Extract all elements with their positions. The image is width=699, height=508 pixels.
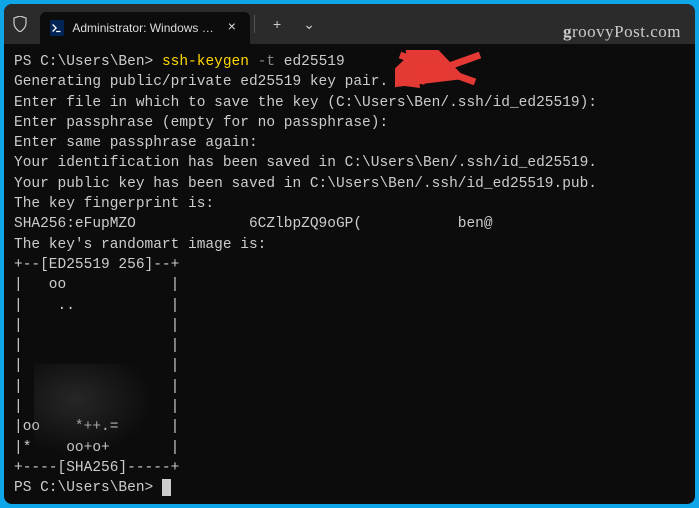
watermark: groovyPost.com	[563, 22, 681, 42]
output-line: Generating public/private ed25519 key pa…	[14, 72, 685, 92]
powershell-icon	[50, 20, 64, 36]
output-line: Your public key has been saved in C:\Use…	[14, 174, 685, 194]
terminal-window: Administrator: Windows Powe × + ⌄ PS C:\…	[4, 4, 695, 504]
randomart-line: |* oo+o+ |	[14, 438, 685, 458]
output-line: Enter file in which to save the key (C:\…	[14, 93, 685, 113]
output-line: Enter passphrase (empty for no passphras…	[14, 113, 685, 133]
tab-active[interactable]: Administrator: Windows Powe ×	[40, 12, 250, 44]
tab-divider	[254, 15, 255, 33]
randomart-line: | |	[14, 397, 685, 417]
command-flag: -t	[249, 54, 275, 70]
output-line: Your identification has been saved in C:…	[14, 153, 685, 173]
output-line: The key's randomart image is:	[14, 235, 685, 255]
output-line: The key fingerprint is:	[14, 194, 685, 214]
randomart-line: | |	[14, 316, 685, 336]
tab-dropdown-button[interactable]: ⌄	[293, 10, 325, 39]
output-line: SHA256:eFupMZO 6CZlbpZQ9oGP( ben@	[14, 214, 685, 234]
randomart-line: +----[SHA256]-----+	[14, 458, 685, 478]
terminal-content[interactable]: PS C:\Users\Ben> ssh-keygen -t ed25519 G…	[4, 44, 695, 504]
randomart-line: |oo *++.= |	[14, 417, 685, 437]
new-tab-button[interactable]: +	[263, 10, 291, 38]
prompt-line-1: PS C:\Users\Ben> ssh-keygen -t ed25519	[14, 52, 685, 72]
output-line: Enter same passphrase again:	[14, 133, 685, 153]
close-icon[interactable]: ×	[224, 18, 240, 38]
shield-icon	[12, 16, 28, 32]
randomart-line: | |	[14, 336, 685, 356]
randomart-line: | |	[14, 377, 685, 397]
randomart-line: +--[ED25519 256]--+	[14, 255, 685, 275]
command-arg: ed25519	[275, 54, 345, 70]
command-name: ssh-keygen	[162, 54, 249, 70]
randomart-line: | oo |	[14, 275, 685, 295]
randomart-line: | .. |	[14, 296, 685, 316]
tab-title: Administrator: Windows Powe	[72, 21, 215, 35]
prompt-line-2: PS C:\Users\Ben>	[14, 478, 685, 498]
randomart-line: | |	[14, 356, 685, 376]
tab-controls: + ⌄	[263, 10, 325, 39]
cursor	[162, 479, 171, 496]
